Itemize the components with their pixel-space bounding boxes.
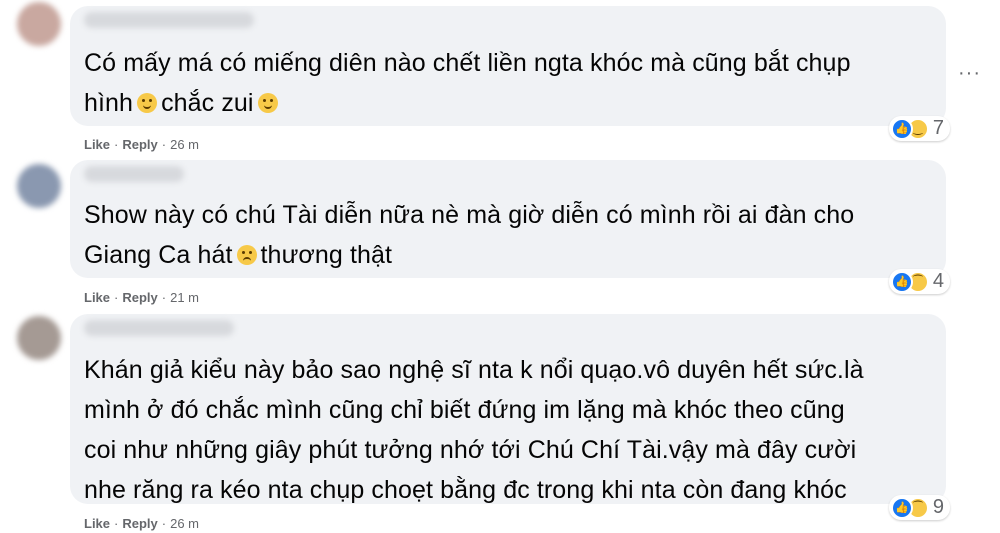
comment-bubble: Show này có chú Tài diễn nữa nè mà giờ d… [70, 160, 950, 294]
avatar[interactable] [17, 316, 61, 360]
timestamp[interactable]: 26 m [170, 137, 199, 152]
comment-line: chắc zui [161, 89, 254, 117]
author-name-blurred[interactable] [84, 166, 184, 182]
comment-text: Có mấy má có miếng diên nào chết liền ng… [84, 43, 851, 123]
separator: · [114, 290, 119, 305]
comment-line: Show này có chú Tài diễn nữa nè mà giờ d… [84, 201, 855, 229]
like-reaction-icon: 👍 [890, 496, 913, 519]
like-link[interactable]: Like [84, 290, 110, 305]
comment-line: nhe răng ra kéo nta chụp choẹt bằng đc t… [84, 476, 847, 504]
like-reaction-icon: 👍 [890, 117, 913, 140]
comment-actions: Like · Reply · 26 m [84, 137, 199, 152]
comment-text: Show này có chú Tài diễn nữa nè mà giờ d… [84, 195, 854, 275]
separator: · [114, 137, 119, 152]
reply-link[interactable]: Reply [122, 516, 157, 531]
author-name-blurred[interactable] [84, 320, 234, 336]
reply-link[interactable]: Reply [122, 290, 157, 305]
timestamp[interactable]: 21 m [170, 290, 199, 305]
reply-link[interactable]: Reply [122, 137, 157, 152]
comment-bubble: Khán giả kiểu này bảo sao nghệ sĩ nta k … [70, 314, 950, 520]
reaction-summary[interactable]: 👍 ⁀ 4 [888, 269, 950, 294]
separator: · [114, 516, 119, 531]
comment-bubble: Có mấy má có miếng diên nào chết liền ng… [70, 6, 950, 141]
reaction-summary[interactable]: 👍 ‿ 7 [888, 116, 950, 141]
more-options-icon[interactable]: ··· [958, 62, 981, 85]
comment-line: Giang Ca hát [84, 241, 233, 269]
separator: · [161, 290, 167, 305]
comment-line: thương thật [260, 241, 393, 269]
timestamp[interactable]: 26 m [170, 516, 199, 531]
sad-emoji-icon [236, 245, 257, 265]
reaction-count: 4 [932, 270, 944, 292]
like-link[interactable]: Like [84, 516, 110, 531]
like-link[interactable]: Like [84, 137, 110, 152]
like-reaction-icon: 👍 [890, 270, 913, 293]
comment-line: Khán giả kiểu này bảo sao nghệ sĩ nta k … [84, 356, 864, 384]
comment-line: coi như những giây phút tưởng nhớ tới Ch… [84, 436, 857, 464]
smirk-emoji-icon [257, 93, 278, 113]
reaction-count: 7 [932, 117, 944, 139]
comment-text: Khán giả kiểu này bảo sao nghệ sĩ nta k … [84, 350, 864, 510]
avatar[interactable] [17, 164, 61, 208]
comment-line: hình [84, 89, 134, 117]
comment-actions: Like · Reply · 21 m [84, 290, 199, 305]
separator: · [161, 516, 167, 531]
smirk-emoji-icon [137, 93, 158, 113]
comment-actions: Like · Reply · 26 m [84, 516, 199, 531]
reaction-summary[interactable]: 👍 ⁀ 9 [888, 495, 950, 520]
separator: · [161, 137, 167, 152]
comment-line: mình ở đó chắc mình cũng chỉ biết đứng i… [84, 396, 845, 424]
avatar[interactable] [17, 2, 61, 46]
reaction-count: 9 [932, 496, 944, 518]
comment-line: Có mấy má có miếng diên nào chết liền ng… [84, 49, 851, 77]
author-name-blurred[interactable] [84, 12, 254, 28]
